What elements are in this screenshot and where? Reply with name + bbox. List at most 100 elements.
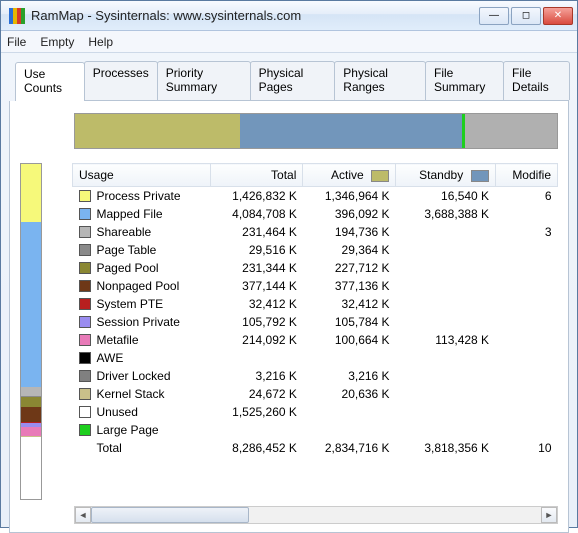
tab-panel-use-counts: Usage Total Active Standby Modifie — [9, 101, 569, 533]
row-standby — [396, 421, 496, 439]
vbar-seg — [21, 222, 41, 387]
row-active — [303, 349, 396, 367]
tab-use-counts[interactable]: Use Counts — [15, 62, 85, 101]
scroll-right-arrow-icon[interactable]: ► — [541, 507, 557, 523]
row-standby — [396, 403, 496, 421]
table-row[interactable]: Page Table29,516 K29,364 K — [73, 241, 558, 259]
row-active: 2,834,716 K — [303, 439, 396, 457]
standby-swatch-icon — [471, 170, 489, 182]
row-name: System PTE — [97, 297, 164, 311]
row-name: Total — [97, 441, 122, 455]
table-row[interactable]: AWE — [73, 349, 558, 367]
row-name: Shareable — [97, 225, 152, 239]
row-swatch-icon — [79, 208, 91, 220]
window-title: RamMap - Sysinternals: www.sysinternals.… — [31, 8, 479, 23]
row-active: 396,092 K — [303, 205, 396, 223]
tabstrip: Use Counts Processes Priority Summary Ph… — [15, 61, 569, 101]
row-name: Kernel Stack — [97, 387, 165, 401]
row-total: 1,525,260 K — [210, 403, 303, 421]
scroll-track[interactable] — [91, 507, 541, 523]
row-standby — [396, 349, 496, 367]
row-active — [303, 403, 396, 421]
tab-priority-summary[interactable]: Priority Summary — [157, 61, 251, 100]
table-row[interactable]: Kernel Stack24,672 K20,636 K — [73, 385, 558, 403]
row-name: Driver Locked — [97, 369, 171, 383]
row-name: AWE — [97, 351, 124, 365]
row-total — [210, 421, 303, 439]
col-modified[interactable]: Modifie — [495, 164, 557, 187]
row-total: 3,216 K — [210, 367, 303, 385]
tab-physical-pages[interactable]: Physical Pages — [250, 61, 336, 100]
scroll-left-arrow-icon[interactable]: ◄ — [75, 507, 91, 523]
hbar-seg — [75, 114, 240, 148]
scroll-thumb[interactable] — [91, 507, 249, 523]
row-total: 214,092 K — [210, 331, 303, 349]
row-standby — [396, 259, 496, 277]
row-swatch-icon — [79, 190, 91, 202]
row-name: Nonpaged Pool — [97, 279, 180, 293]
row-modified: 10 — [495, 439, 557, 457]
col-usage[interactable]: Usage — [73, 164, 211, 187]
table-row[interactable]: Process Private1,426,832 K1,346,964 K16,… — [73, 187, 558, 206]
hbar-seg — [240, 114, 462, 148]
tab-file-details[interactable]: File Details — [503, 61, 570, 100]
row-name: Page Table — [97, 243, 157, 257]
row-modified — [495, 205, 557, 223]
minimize-button[interactable]: — — [479, 7, 509, 25]
table-row[interactable]: Nonpaged Pool377,144 K377,136 K — [73, 277, 558, 295]
table-row[interactable]: Session Private105,792 K105,784 K — [73, 313, 558, 331]
vbar-seg — [21, 397, 41, 406]
table-row[interactable]: Large Page — [73, 421, 558, 439]
col-total[interactable]: Total — [210, 164, 303, 187]
row-modified — [495, 259, 557, 277]
horizontal-scrollbar[interactable]: ◄ ► — [74, 506, 558, 524]
table-row[interactable]: Shareable231,464 K194,736 K3 — [73, 223, 558, 241]
menubar: File Empty Help — [1, 31, 577, 53]
table-row[interactable]: Driver Locked3,216 K3,216 K — [73, 367, 558, 385]
row-swatch-icon — [79, 406, 91, 418]
tab-file-summary[interactable]: File Summary — [425, 61, 504, 100]
menu-file[interactable]: File — [7, 35, 26, 49]
row-swatch-icon — [79, 334, 91, 346]
tab-processes[interactable]: Processes — [84, 61, 158, 100]
row-active: 100,664 K — [303, 331, 396, 349]
table-total-row[interactable]: Total8,286,452 K2,834,716 K3,818,356 K10 — [73, 439, 558, 457]
row-modified — [495, 277, 557, 295]
vbar-seg — [21, 387, 41, 396]
maximize-button[interactable]: ◻ — [511, 7, 541, 25]
row-modified — [495, 403, 557, 421]
row-total: 29,516 K — [210, 241, 303, 259]
row-standby — [396, 367, 496, 385]
row-swatch-icon — [79, 280, 91, 292]
row-name: Large Page — [97, 423, 159, 437]
row-swatch-icon — [79, 388, 91, 400]
row-swatch-icon — [79, 424, 91, 436]
row-modified — [495, 367, 557, 385]
row-modified — [495, 331, 557, 349]
client-area: Use Counts Processes Priority Summary Ph… — [1, 53, 577, 527]
menu-help[interactable]: Help — [88, 35, 113, 49]
table-row[interactable]: Unused1,525,260 K — [73, 403, 558, 421]
col-active[interactable]: Active — [303, 164, 396, 187]
row-modified — [495, 385, 557, 403]
row-standby — [396, 313, 496, 331]
menu-empty[interactable]: Empty — [40, 35, 74, 49]
row-total: 24,672 K — [210, 385, 303, 403]
tab-physical-ranges[interactable]: Physical Ranges — [334, 61, 426, 100]
table-row[interactable]: System PTE32,412 K32,412 K — [73, 295, 558, 313]
row-active: 32,412 K — [303, 295, 396, 313]
row-standby — [396, 223, 496, 241]
table-row[interactable]: Metafile214,092 K100,664 K113,428 K — [73, 331, 558, 349]
row-standby — [396, 277, 496, 295]
row-modified — [495, 421, 557, 439]
row-active: 227,712 K — [303, 259, 396, 277]
table-row[interactable]: Mapped File4,084,708 K396,092 K3,688,388… — [73, 205, 558, 223]
col-standby[interactable]: Standby — [396, 164, 496, 187]
row-active: 377,136 K — [303, 277, 396, 295]
vertical-usage-bar — [20, 163, 42, 500]
close-button[interactable]: ✕ — [543, 7, 573, 25]
row-swatch-icon — [79, 370, 91, 382]
table-row[interactable]: Paged Pool231,344 K227,712 K — [73, 259, 558, 277]
vbar-seg — [21, 427, 41, 436]
row-active: 194,736 K — [303, 223, 396, 241]
